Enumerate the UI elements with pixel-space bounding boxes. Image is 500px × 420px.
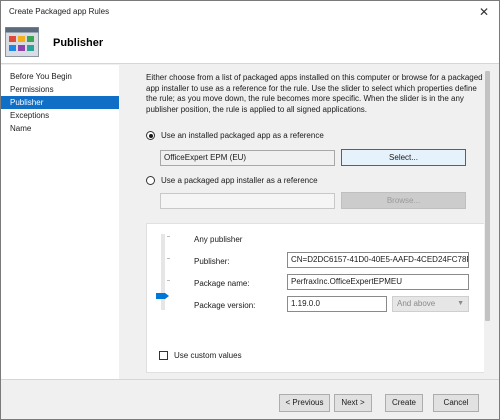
slider-tick [167,236,170,237]
custom-values-label: Use custom values [174,351,242,360]
version-operator-dropdown[interactable]: And above ▼ [392,296,469,312]
radio-row-installed-app[interactable]: Use an installed packaged app as a refer… [146,131,324,140]
publisher-page-content: Either choose from a list of packaged ap… [120,65,499,379]
publisher-properties-panel: Any publisher Publisher: CN=D2DC6157-41D… [146,223,489,373]
intro-text: Either choose from a list of packaged ap… [146,73,483,114]
package-version-label: Package version: [194,301,256,310]
create-packaged-app-rules-window: Create Packaged app Rules ✕ Publisher Be… [0,0,500,420]
sidebar-item-publisher[interactable]: Publisher [1,96,119,109]
package-version-field[interactable]: 1.19.0.0 [287,296,387,312]
installer-path-field[interactable] [160,193,335,209]
installed-app-radio-label: Use an installed packaged app as a refer… [161,131,324,140]
window-title: Create Packaged app Rules [9,7,110,16]
wizard-steps-sidebar: Before You Begin Permissions Publisher E… [1,65,119,379]
wizard-footer: < Previous Next > Create Cancel [1,379,499,419]
scrollbar-thumb[interactable] [485,71,490,321]
sidebar-item-before-you-begin[interactable]: Before You Begin [1,70,119,83]
any-publisher-label: Any publisher [194,235,243,244]
installer-radio-label: Use a packaged app installer as a refere… [161,176,318,185]
slider-tick [167,280,170,281]
custom-values-row[interactable]: Use custom values [159,351,242,360]
close-icon[interactable]: ✕ [473,3,495,21]
sidebar-item-permissions[interactable]: Permissions [1,83,119,96]
select-button[interactable]: Select... [341,149,466,166]
publisher-label: Publisher: [194,257,230,266]
previous-button[interactable]: < Previous [279,394,330,412]
publisher-field[interactable]: CN=D2DC6157-41D0-40E5-AAFD-4CED24FC78FE [287,252,469,268]
package-name-label: Package name: [194,279,250,288]
installed-app-radio[interactable] [146,131,155,140]
installed-app-field[interactable]: OfficeExpert EPM (EU) [160,150,335,166]
package-name-field[interactable]: PerfraxInc.OfficeExpertEPMEU [287,274,469,290]
sidebar-item-name[interactable]: Name [1,122,119,135]
next-button[interactable]: Next > [334,394,372,412]
create-button[interactable]: Create [385,394,423,412]
slider-tick [167,258,170,259]
page-heading: Publisher [53,37,104,49]
radio-row-installer[interactable]: Use a packaged app installer as a refere… [146,176,318,185]
title-bar: Create Packaged app Rules ✕ [1,1,499,23]
sidebar-item-exceptions[interactable]: Exceptions [1,109,119,122]
chevron-down-icon: ▼ [457,300,464,307]
custom-values-checkbox[interactable] [159,351,168,360]
app-package-icon [5,27,39,57]
version-operator-value: And above [397,299,436,308]
wizard-header: Publisher [1,23,499,64]
specificity-slider-thumb[interactable] [156,293,169,299]
vertical-scrollbar[interactable] [484,69,491,375]
browse-button[interactable]: Browse... [341,192,466,209]
cancel-button[interactable]: Cancel [433,394,479,412]
installer-radio[interactable] [146,176,155,185]
